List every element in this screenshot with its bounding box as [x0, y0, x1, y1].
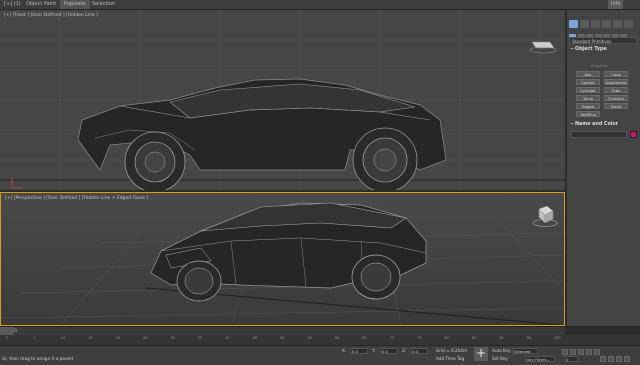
track-tick-label: 75: [417, 336, 422, 340]
current-frame-field[interactable]: 0: [564, 356, 578, 362]
object-color-swatch[interactable]: [630, 131, 637, 138]
track-tick-label: 65: [362, 336, 367, 340]
status-bar: ck, then drag to assign it a parent X: 0…: [0, 345, 640, 365]
track-tick-label: 45: [252, 336, 258, 340]
next-frame-icon[interactable]: [586, 349, 592, 355]
track-bar[interactable]: 0 5 10 15 20 25 30 35 40 45 50 55 60 65 70 75 80 85 90 95 10…: [0, 335, 640, 345]
status-prompt: ck, then drag to assign it a parent: [2, 356, 74, 361]
previous-frame-icon[interactable]: [570, 349, 576, 355]
zoom-icon[interactable]: [600, 356, 606, 362]
toolbar-item-1[interactable]: [+] (1): [4, 0, 21, 9]
y-label: Y:: [372, 348, 376, 353]
front-viewport-label[interactable]: [+] [Front ] [User Defined ] [Hidden Lin…: [4, 13, 98, 18]
key-mode-dropdown[interactable]: Selected: [512, 348, 538, 354]
track-tick-label: 55: [307, 336, 312, 340]
car-side-model[interactable]: [0, 10, 565, 190]
add-time-tag-button[interactable]: Add Time Tag: [436, 356, 464, 361]
grid-size-readout: Grid = 0.254m: [436, 348, 468, 353]
info-button[interactable]: Info: [608, 0, 624, 9]
name-color-title: Name and Color: [575, 122, 619, 127]
top-toolbar: [+] (1) Object Paint Populate Selection …: [0, 0, 640, 10]
time-slider-thumb[interactable]: [0, 327, 14, 335]
z-label: Z:: [402, 348, 407, 353]
y-coordinate-field[interactable]: 0.0: [380, 348, 398, 354]
track-tick-label: 80: [444, 336, 449, 340]
toolbar-tab-populate[interactable]: Populate: [60, 0, 90, 9]
perspective-viewport-label[interactable]: [+] [Perspective ] [User Defined ] [Hidd…: [5, 196, 148, 201]
box-button[interactable]: Box: [576, 71, 600, 77]
cylinder-button[interactable]: Cylinder: [576, 87, 600, 93]
cone-button[interactable]: Cone: [604, 71, 628, 77]
command-panel: Standard Primitives −Object Type AutoGri…: [566, 10, 640, 326]
track-bar-ticks: 0 5 10 15 20 25 30 35 40 45 50 55 60 65 70 75 80 85 90 95 10…: [6, 335, 561, 345]
track-tick-label: 60: [334, 336, 340, 340]
car-perspective-model[interactable]: [1, 193, 564, 325]
object-type-title: Object Type: [575, 47, 607, 52]
z-coordinate-field[interactable]: 0.0: [410, 348, 428, 354]
textplus-button[interactable]: TextPlus: [576, 111, 600, 117]
pan-icon[interactable]: [608, 356, 614, 362]
toolbar-item-object-paint[interactable]: Object Paint: [26, 0, 56, 9]
track-tick-label: 40: [225, 336, 230, 340]
track-tick-label: 20: [115, 336, 121, 340]
object-name-input[interactable]: [571, 131, 627, 138]
set-key-button[interactable]: Set Key: [492, 356, 508, 361]
auto-key-button[interactable]: Auto Key: [492, 348, 511, 353]
object-type-rollout[interactable]: −Object Type: [569, 46, 639, 53]
go-to-end-icon[interactable]: [594, 349, 600, 355]
add-key-icon[interactable]: +: [474, 347, 488, 361]
name-color-rollout[interactable]: −Name and Color: [569, 121, 639, 128]
play-icon[interactable]: [578, 349, 584, 355]
perspective-viewport[interactable]: [+] [Perspective ] [User Defined ] [Hidd…: [0, 192, 565, 326]
track-tick-label: 50: [280, 336, 285, 340]
track-tick-label: 30: [170, 336, 175, 340]
track-tick-label: 5: [33, 336, 36, 340]
primitive-type-dropdown[interactable]: Standard Primitives: [569, 37, 637, 44]
track-tick-label: 70: [389, 336, 395, 340]
x-label: X:: [342, 348, 347, 353]
maximize-viewport-icon[interactable]: [624, 356, 630, 362]
track-tick-label: 0: [6, 336, 9, 340]
autogrid-checkbox[interactable]: AutoGrid: [591, 63, 608, 68]
pyramid-button[interactable]: Pyramid: [604, 95, 628, 101]
key-filters-button[interactable]: Key Filters...: [525, 356, 555, 362]
x-coordinate-field[interactable]: 0.0: [350, 348, 368, 354]
geosphere-button[interactable]: GeoSphere: [604, 79, 628, 85]
orbit-icon[interactable]: [616, 356, 622, 362]
track-tick-label: 85: [471, 336, 477, 340]
sphere-button[interactable]: Sphere: [576, 79, 600, 85]
track-tick-label: 35: [197, 336, 203, 340]
viewcube-front-icon[interactable]: [528, 38, 558, 56]
viewcube-perspective-icon[interactable]: [529, 203, 559, 229]
track-tick-label: 25: [143, 336, 148, 340]
front-viewport[interactable]: [+] [Front ] [User Defined ] [Hidden Lin…: [0, 10, 565, 190]
time-slider[interactable]: 0 / 100: [0, 326, 565, 335]
track-tick-label: 95: [526, 336, 532, 340]
go-to-start-icon[interactable]: [562, 349, 568, 355]
command-panel-tabs: [569, 13, 639, 28]
tube-button[interactable]: Tube: [604, 87, 628, 93]
torus-button[interactable]: Torus: [576, 95, 600, 101]
toolbar-item-selection[interactable]: Selection: [92, 0, 115, 9]
plane-button[interactable]: Plane: [604, 103, 628, 109]
teapot-button[interactable]: Teapot: [576, 103, 600, 109]
track-tick-label: 10: [60, 336, 66, 340]
track-tick-label: 15: [88, 336, 93, 340]
track-tick-label: 100: [554, 336, 561, 340]
track-tick-label: 90: [499, 336, 504, 340]
